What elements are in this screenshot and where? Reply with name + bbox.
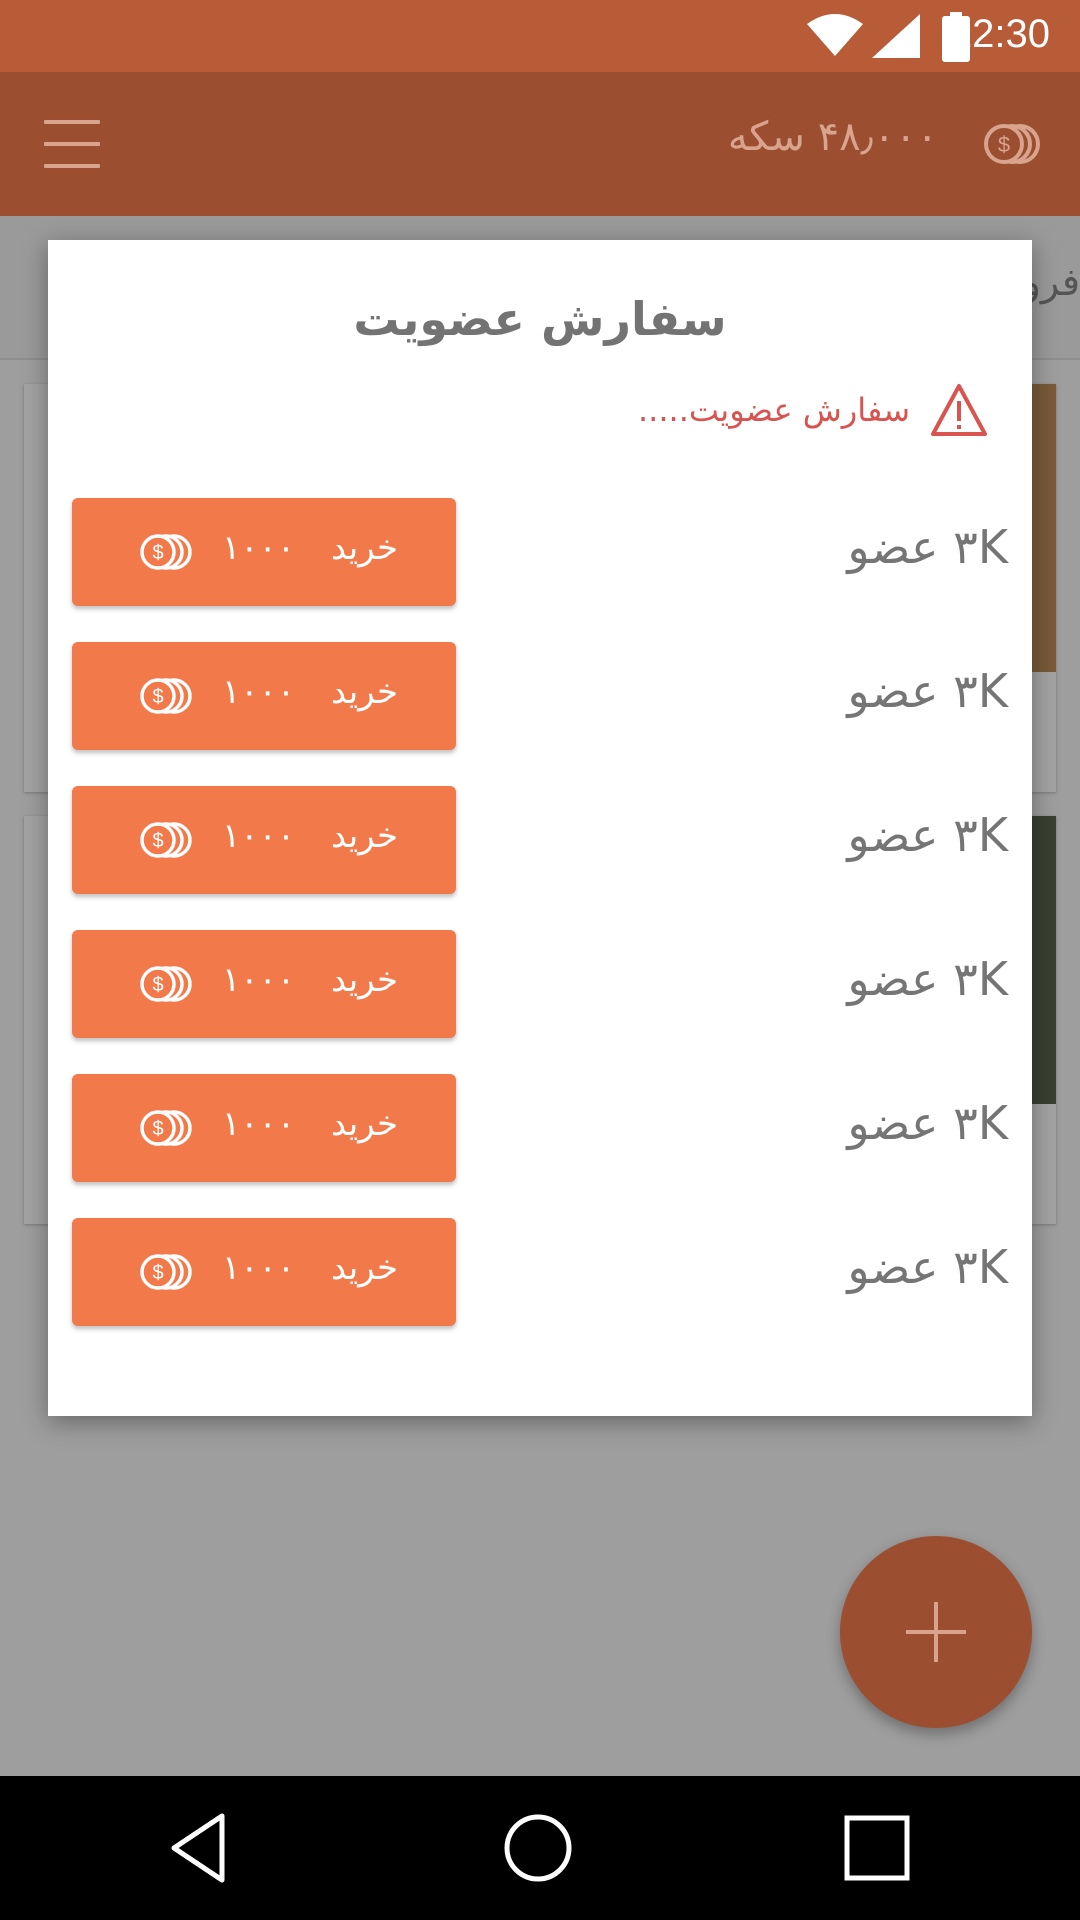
- svg-text:$: $: [152, 974, 163, 996]
- coin-icon: $: [140, 966, 192, 1002]
- package-label: ۳K عضو: [847, 808, 1008, 862]
- coins-balance: ۴۸٫۰۰۰ سکه: [727, 114, 938, 160]
- coin-icon: $: [140, 1110, 192, 1146]
- buy-button-price: ۱۰۰۰: [222, 816, 296, 856]
- warning-icon: [931, 384, 987, 436]
- app-bar: ۴۸٫۰۰۰ سکه $: [0, 72, 1080, 216]
- package-label: ۳K عضو: [847, 520, 1008, 574]
- package-label: ۳K عضو: [847, 664, 1008, 718]
- navigation-bar: [0, 1776, 1080, 1920]
- svg-text:$: $: [998, 132, 1010, 157]
- buy-button-label: خرید: [330, 672, 398, 712]
- order-dialog: سفارش عضویت سفارش عضویت..... ۳K عضو خرید…: [48, 240, 1032, 1416]
- warning-row: سفارش عضویت.....: [638, 378, 988, 442]
- package-row: ۳K عضو خرید ۱۰۰۰ $: [72, 498, 1008, 606]
- buy-button-label: خرید: [330, 816, 398, 856]
- buy-button[interactable]: خرید ۱۰۰۰ $: [72, 930, 456, 1038]
- package-row: ۳K عضو خرید ۱۰۰۰ $: [72, 1074, 1008, 1182]
- recents-icon[interactable]: [844, 1812, 910, 1884]
- coins-icon: $: [984, 124, 1040, 164]
- buy-button[interactable]: خرید ۱۰۰۰ $: [72, 786, 456, 894]
- coin-icon: $: [140, 678, 192, 714]
- buy-button-price: ۱۰۰۰: [222, 1104, 296, 1144]
- buy-button[interactable]: خرید ۱۰۰۰ $: [72, 1218, 456, 1326]
- package-row: ۳K عضو خرید ۱۰۰۰ $: [72, 786, 1008, 894]
- buy-button-label: خرید: [330, 1104, 398, 1144]
- buy-button-price: ۱۰۰۰: [222, 528, 296, 568]
- buy-button-label: خرید: [330, 960, 398, 1000]
- package-row: ۳K عضو خرید ۱۰۰۰ $: [72, 1218, 1008, 1326]
- warning-text: سفارش عضویت.....: [638, 391, 910, 429]
- home-icon[interactable]: [502, 1812, 574, 1884]
- buy-button-price: ۱۰۰۰: [222, 672, 296, 712]
- buy-button[interactable]: خرید ۱۰۰۰ $: [72, 1074, 456, 1182]
- svg-text:$: $: [152, 1262, 163, 1284]
- menu-icon[interactable]: [44, 120, 100, 168]
- status-time: 12:30: [949, 12, 1050, 56]
- buy-button[interactable]: خرید ۱۰۰۰ $: [72, 642, 456, 750]
- status-bar: 12:30: [0, 0, 1080, 72]
- svg-text:$: $: [152, 1118, 163, 1140]
- coin-icon: $: [140, 822, 192, 858]
- coin-icon: $: [140, 1254, 192, 1290]
- buy-button-label: خرید: [330, 528, 398, 568]
- buy-button-price: ۱۰۰۰: [222, 960, 296, 1000]
- wifi-icon: [807, 14, 863, 56]
- buy-button[interactable]: خرید ۱۰۰۰ $: [72, 498, 456, 606]
- buy-button-label: خرید: [330, 1248, 398, 1288]
- package-label: ۳K عضو: [847, 1096, 1008, 1150]
- coin-icon: $: [140, 534, 192, 570]
- svg-text:$: $: [152, 686, 163, 708]
- package-label: ۳K عضو: [847, 1240, 1008, 1294]
- back-icon[interactable]: [168, 1812, 228, 1884]
- svg-text:$: $: [152, 542, 163, 564]
- add-button[interactable]: [840, 1536, 1032, 1728]
- svg-text:$: $: [152, 830, 163, 852]
- package-row: ۳K عضو خرید ۱۰۰۰ $: [72, 642, 1008, 750]
- signal-icon: [872, 14, 920, 58]
- dialog-title: سفارش عضویت: [353, 292, 727, 346]
- package-row: ۳K عضو خرید ۱۰۰۰ $: [72, 930, 1008, 1038]
- package-label: ۳K عضو: [847, 952, 1008, 1006]
- buy-button-price: ۱۰۰۰: [222, 1248, 296, 1288]
